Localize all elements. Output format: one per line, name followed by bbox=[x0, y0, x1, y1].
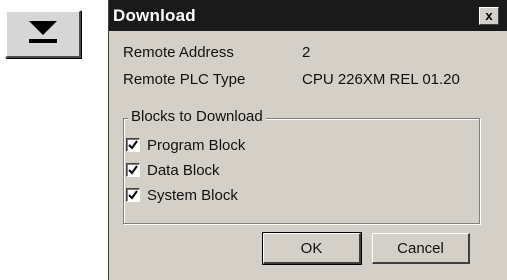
program-block-label: Program Block bbox=[147, 136, 246, 154]
download-arrow-icon bbox=[29, 21, 57, 43]
remote-address-value: 2 bbox=[302, 44, 311, 61]
cancel-button[interactable]: Cancel bbox=[372, 233, 470, 264]
title-bar[interactable]: Download x bbox=[109, 0, 507, 31]
data-block-label: Data Block bbox=[147, 161, 220, 179]
checkmark-icon bbox=[128, 140, 138, 150]
data-block-checkbox[interactable] bbox=[126, 163, 140, 177]
checkmark-icon bbox=[128, 190, 138, 200]
dialog-title: Download bbox=[113, 6, 196, 25]
remote-address-label: Remote Address bbox=[123, 44, 234, 61]
remote-plc-type-label: Remote PLC Type bbox=[123, 71, 246, 88]
data-block-option[interactable]: Data Block bbox=[126, 161, 220, 179]
close-button[interactable]: x bbox=[479, 7, 499, 25]
system-block-option[interactable]: System Block bbox=[126, 186, 238, 204]
ok-button[interactable]: OK bbox=[262, 232, 362, 265]
download-dialog: Download x Remote Address 2 Remote PLC T… bbox=[108, 0, 507, 280]
checkmark-icon bbox=[128, 165, 138, 175]
program-block-option[interactable]: Program Block bbox=[126, 136, 246, 154]
download-toolbar-button[interactable] bbox=[5, 10, 81, 58]
system-block-checkbox[interactable] bbox=[126, 188, 140, 202]
blocks-group-title: Blocks to Download bbox=[128, 108, 266, 125]
screen: Download x Remote Address 2 Remote PLC T… bbox=[0, 0, 507, 280]
remote-plc-type-value: CPU 226XM REL 01.20 bbox=[302, 71, 460, 88]
system-block-label: System Block bbox=[147, 186, 238, 204]
program-block-checkbox[interactable] bbox=[126, 138, 140, 152]
